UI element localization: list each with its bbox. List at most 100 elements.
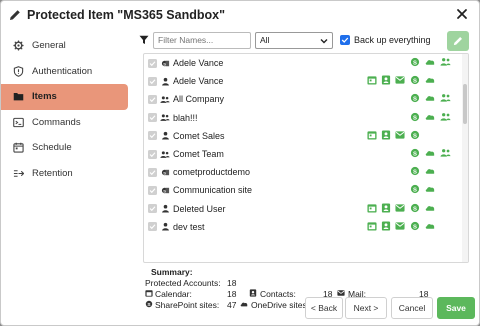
summary-heading: Summary: [151,267,193,277]
service-icons: S [364,75,456,87]
calendar-service-icon[interactable] [367,130,378,141]
item-checkbox[interactable] [148,167,157,177]
list-item[interactable]: S Adele Vance S [144,54,468,72]
dialog-title: Protected Item "MS365 Sandbox" [27,8,226,22]
list-item[interactable]: Adele Vance S [144,72,468,90]
user-type-icon [160,204,170,214]
close-icon[interactable] [455,7,469,21]
pencil-icon [10,10,20,20]
sidebar: General Authentication Items Commands Sc… [1,33,129,293]
sharepoint-service-icon[interactable]: S [410,130,421,141]
list-item[interactable]: All Company S [144,90,468,108]
mail-service-icon[interactable] [395,203,406,214]
group-type-icon [160,149,170,159]
onedrive-service-icon[interactable] [425,221,436,232]
sharepoint-service-icon[interactable]: S [410,166,421,177]
calendar-service-icon[interactable] [367,203,378,214]
list-item[interactable]: Comet Team S [144,145,468,163]
item-checkbox[interactable] [148,185,157,195]
item-name: Deleted User [173,203,226,214]
protected-items-list[interactable]: S Adele Vance S Adele Vance S All Company Sbla… [143,53,469,263]
item-checkbox[interactable] [148,204,157,214]
next-button[interactable]: Next > [345,297,387,319]
type-filter-select[interactable]: All [255,31,333,49]
sharepoint-service-icon[interactable]: S [410,75,421,86]
sharepoint-type-icon: S [160,167,170,177]
cancel-button[interactable]: Cancel [391,297,433,319]
mail-service-icon[interactable] [395,130,406,141]
svg-text:S: S [163,188,166,193]
contacts-service-icon[interactable] [381,130,392,141]
item-checkbox[interactable] [148,94,157,104]
retention-icon [13,168,24,179]
list-item[interactable]: Comet Sales S [144,127,468,145]
teams-service-icon[interactable] [440,57,451,68]
list-item[interactable]: S Communication site S [144,181,468,199]
sharepoint-service-icon[interactable]: S [410,57,421,68]
service-icons: S [364,112,456,124]
type-filter-value: All [260,35,270,45]
sidebar-item-items[interactable]: Items [1,84,128,110]
mail-service-icon[interactable] [395,75,406,86]
item-checkbox[interactable] [148,149,157,159]
sidebar-item-commands[interactable]: Commands [1,110,129,136]
service-icons: S [364,166,456,178]
onedrive-service-icon[interactable] [425,93,436,104]
sidebar-item-authentication[interactable]: Authentication [1,59,129,85]
onedrive-service-icon[interactable] [425,166,436,177]
teams-service-icon[interactable] [440,112,451,123]
onedrive-service-icon[interactable] [425,57,436,68]
svg-text:S: S [413,60,417,66]
sharepoint-service-icon[interactable]: S [410,148,421,159]
save-button[interactable]: Save [437,297,475,319]
onedrive-service-icon[interactable] [425,75,436,86]
item-name: Comet Sales [173,130,225,141]
list-item[interactable]: Scometproductdemo S [144,163,468,181]
list-item[interactable]: Deleted User S [144,200,468,218]
filter-icon [139,35,149,44]
filter-names-input[interactable] [153,31,251,49]
sharepoint-service-icon[interactable]: S [410,221,421,232]
calendar-service-icon[interactable] [367,221,378,232]
onedrive-service-icon[interactable] [425,203,436,214]
list-item[interactable]: blah!!! S [144,109,468,127]
sidebar-item-general[interactable]: General [1,33,129,59]
sharepoint-service-icon[interactable]: S [410,184,421,195]
teams-service-icon[interactable] [440,148,451,159]
protected-item-dialog: Protected Item "MS365 Sandbox" General A… [0,0,480,326]
item-checkbox[interactable] [148,113,157,123]
edit-button[interactable] [447,31,469,51]
contacts-service-icon[interactable] [381,221,392,232]
sidebar-item-retention[interactable]: Retention [1,161,129,187]
checkbox-checked-icon[interactable] [340,35,350,45]
contacts-service-icon[interactable] [381,202,392,214]
item-checkbox[interactable] [148,76,157,86]
list-scrollbar[interactable] [462,54,468,262]
item-checkbox[interactable] [148,58,157,68]
calendar-service-icon[interactable] [367,75,378,86]
svg-text:S: S [413,97,417,103]
scrollbar-thumb[interactable] [463,84,467,124]
sharepoint-service-icon[interactable]: S [410,112,421,123]
onedrive-service-icon[interactable] [425,148,436,159]
teams-service-icon[interactable] [440,93,451,104]
mail-service-icon[interactable] [395,221,406,232]
onedrive-service-icon[interactable] [425,184,436,195]
list-item[interactable]: dev test S [144,218,468,236]
shield-icon [13,65,24,77]
onedrive-service-icon[interactable] [425,112,436,123]
contacts-service-icon[interactable] [381,75,392,86]
protected-accounts-label: Protected Accounts: [145,278,221,288]
svg-text:S: S [413,115,417,121]
svg-text:S: S [413,151,417,157]
item-checkbox[interactable] [148,131,157,141]
sharepoint-service-icon[interactable]: S [410,203,421,214]
backup-everything-toggle[interactable]: Back up everything [340,35,431,45]
item-name: blah!!! [173,112,198,123]
back-button[interactable]: < Back [305,297,343,319]
service-icons: S [364,148,456,160]
sidebar-item-schedule[interactable]: Schedule [1,135,129,161]
svg-text:S: S [413,169,417,175]
sharepoint-service-icon[interactable]: S [410,93,421,104]
item-checkbox[interactable] [148,222,157,232]
